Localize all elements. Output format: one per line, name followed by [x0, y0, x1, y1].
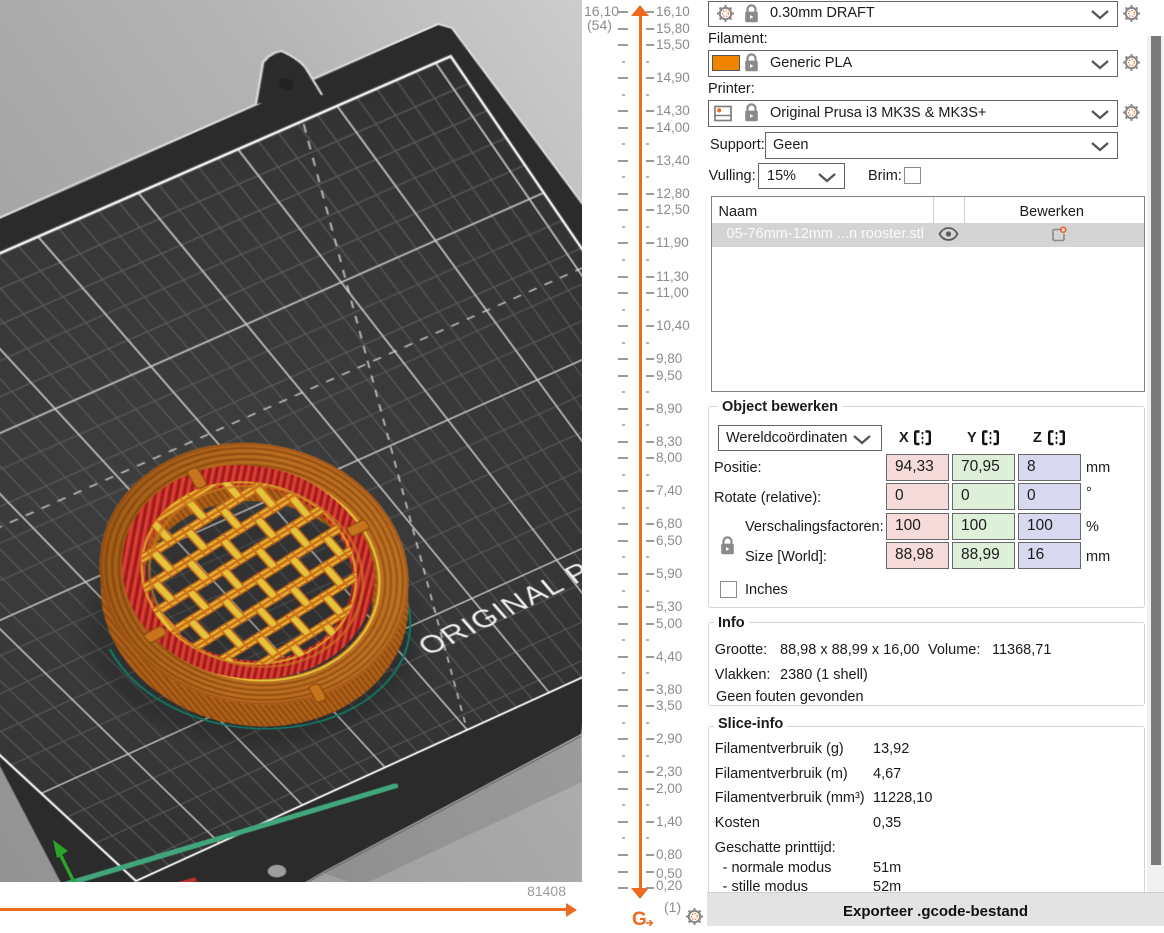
svg-text:G: G — [632, 909, 647, 928]
